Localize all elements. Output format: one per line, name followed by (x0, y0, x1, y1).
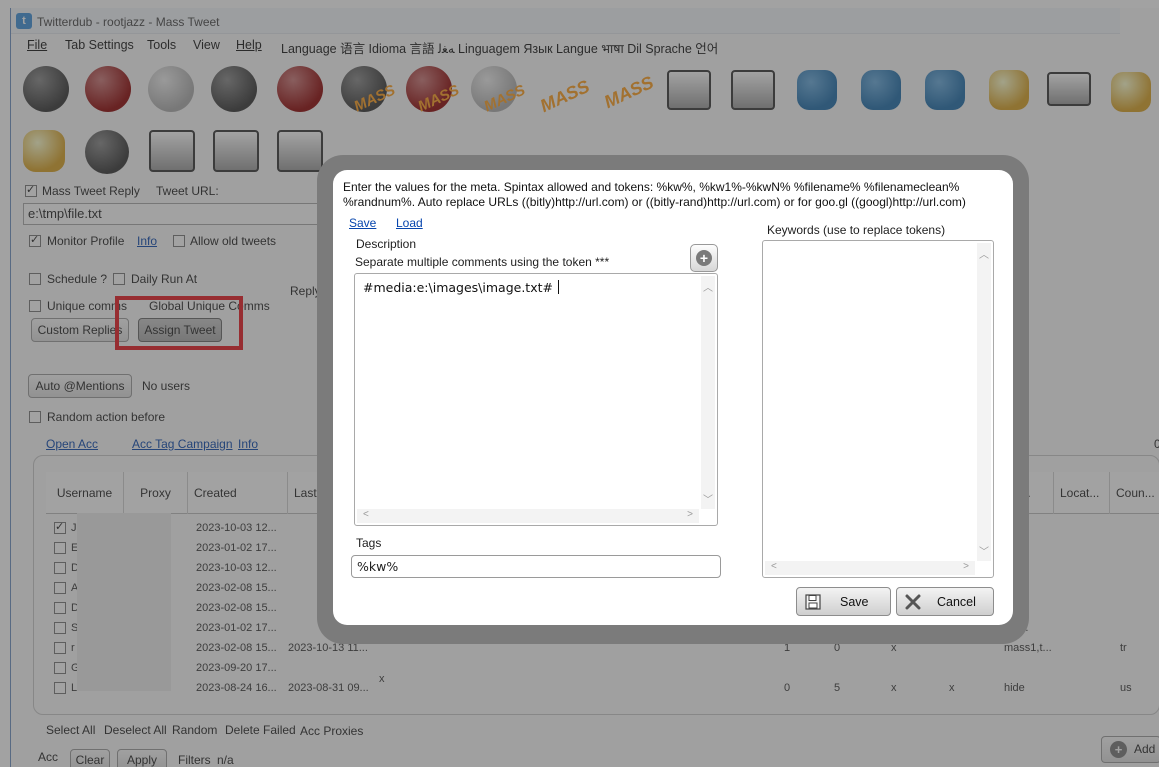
scroll-right-icon[interactable]: > (963, 561, 969, 572)
plus-icon: + (696, 250, 712, 266)
description-hint: Separate multiple comments using the tok… (355, 255, 610, 269)
dialog-instructions: Enter the values for the meta. Spintax a… (343, 180, 1008, 210)
scroll-left-icon[interactable]: < (363, 509, 369, 520)
save-link[interactable]: Save (349, 216, 376, 230)
description-value: #media:e:\images\image.txt# (363, 280, 559, 295)
keywords-label: Keywords (use to replace tokens) (767, 223, 946, 237)
scroll-up-icon[interactable]: ︿ (979, 246, 989, 261)
scroll-down-icon[interactable]: ﹀ (979, 543, 989, 558)
save-button-label: Save (840, 595, 869, 609)
description-textarea[interactable]: #media:e:\images\image.txt# ︿ ﹀ < > (354, 273, 718, 526)
save-button[interactable]: Save (796, 587, 891, 616)
cancel-button[interactable]: Cancel (896, 587, 994, 616)
meta-dialog: Enter the values for the meta. Spintax a… (333, 170, 1013, 625)
text-cursor (557, 280, 559, 294)
keywords-textarea[interactable]: ︿ ﹀ < > (762, 240, 994, 578)
instructions-line-1: Enter the values for the meta. Spintax a… (343, 180, 960, 194)
load-link[interactable]: Load (396, 216, 423, 230)
instructions-line-2: %randnum%. Auto replace URLs ((bitly)htt… (343, 195, 966, 209)
description-vertical-scrollbar[interactable]: ︿ ﹀ (701, 276, 715, 509)
scroll-down-icon[interactable]: ﹀ (703, 491, 713, 506)
keywords-vertical-scrollbar[interactable]: ︿ ﹀ (977, 243, 991, 561)
scroll-left-icon[interactable]: < (771, 561, 777, 572)
close-icon (905, 594, 921, 610)
tags-input[interactable]: %kw% (351, 555, 721, 578)
cancel-button-label: Cancel (937, 595, 976, 609)
keywords-horizontal-scrollbar[interactable]: < > (765, 561, 975, 575)
tags-label: Tags (356, 536, 382, 550)
floppy-disk-icon (805, 594, 821, 610)
scroll-right-icon[interactable]: > (687, 509, 693, 520)
description-label: Description (356, 237, 417, 251)
scroll-up-icon[interactable]: ︿ (703, 279, 713, 294)
description-horizontal-scrollbar[interactable]: < > (357, 509, 699, 523)
add-comment-button[interactable]: + (690, 244, 718, 272)
